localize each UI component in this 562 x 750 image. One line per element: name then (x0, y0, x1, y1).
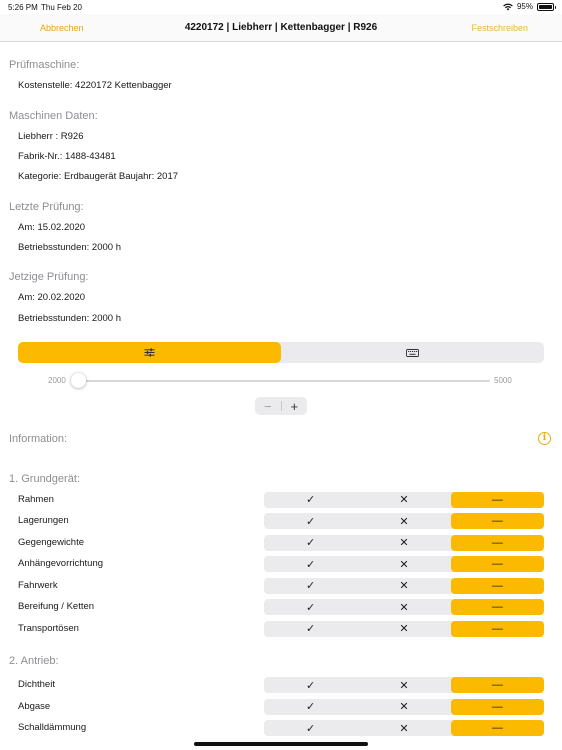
check-option-na[interactable]: — (450, 599, 544, 615)
check-option-na[interactable]: — (450, 534, 544, 551)
check-option-na[interactable]: — (450, 556, 544, 572)
checklist-item-label: Abgase (18, 700, 51, 712)
check-option-ok[interactable]: ✓ (264, 492, 357, 508)
stepper-decrement-button[interactable]: − (255, 397, 281, 415)
section-title-letzte-pruefung: Letzte Prüfung: (9, 201, 84, 213)
checklist-row: Gegengewichte ✓ ✕ — (0, 534, 562, 551)
check-result-segmented-control: ✓ ✕ — (264, 620, 544, 637)
info-row-letzte-datum: Am: 15.02.2020 (18, 222, 86, 233)
slider-max-label: 5000 (494, 376, 512, 385)
check-option-fail[interactable]: ✕ (357, 535, 450, 551)
commit-button[interactable]: Festschreiben (471, 23, 528, 33)
checklist-row: Lagerungen ✓ ✕ — (0, 513, 562, 529)
check-option-fail[interactable]: ✕ (357, 621, 450, 637)
check-result-segmented-control: ✓ ✕ — (264, 677, 544, 693)
check-option-na[interactable]: — (450, 677, 544, 693)
check-option-fail[interactable]: ✕ (357, 720, 450, 736)
check-option-ok[interactable]: ✓ (264, 578, 357, 594)
checklist-item-label: Gegengewichte (18, 536, 85, 548)
check-result-segmented-control: ✓ ✕ — (264, 698, 544, 715)
check-option-na[interactable]: — (450, 698, 544, 715)
battery-percent: 95% (516, 2, 533, 11)
check-result-segmented-control: ✓ ✕ — (264, 513, 544, 529)
check-option-na[interactable]: — (450, 513, 544, 529)
check-option-ok[interactable]: ✓ (264, 621, 357, 637)
check-option-fail[interactable]: ✕ (357, 677, 450, 693)
navigation-bar: Abbrechen 4220172 | Liebherr | Kettenbag… (0, 14, 562, 42)
checklist-item-label: Lagerungen (18, 515, 69, 526)
battery-icon (537, 2, 556, 11)
check-option-fail[interactable]: ✕ (357, 556, 450, 572)
check-option-na[interactable]: — (450, 577, 544, 594)
home-indicator (194, 742, 368, 746)
segment-slider-mode[interactable] (18, 342, 281, 363)
hours-stepper: − + (255, 397, 307, 415)
checklist-row: Rahmen ✓ ✕ — (0, 491, 562, 508)
info-row-jetzige-datum: Am: 20.02.2020 (18, 292, 86, 303)
checklist-row: Fahrwerk ✓ ✕ — (0, 577, 562, 594)
hours-slider-thumb[interactable] (70, 373, 86, 388)
keyboard-icon (406, 348, 419, 357)
section-title-pruefmaschine: Prüfmaschine: (9, 59, 80, 71)
check-option-fail[interactable]: ✕ (357, 492, 450, 508)
check-result-segmented-control: ✓ ✕ — (264, 491, 544, 508)
checklist-row: Transportösen ✓ ✕ — (0, 620, 562, 637)
information-label: Information: (9, 433, 68, 445)
check-option-ok[interactable]: ✓ (264, 513, 357, 529)
info-row-letzte-stunden: Betriebsstunden: 2000 h (18, 242, 121, 253)
check-option-na[interactable]: — (450, 720, 544, 736)
check-option-ok[interactable]: ✓ (264, 720, 357, 736)
check-option-fail[interactable]: ✕ (357, 513, 450, 529)
section-title-maschinen-daten: Maschinen Daten: (9, 110, 98, 122)
check-option-fail[interactable]: ✕ (357, 599, 450, 615)
group-title-grundgeraet: 1. Grundgerät: (9, 473, 80, 485)
check-result-segmented-control: ✓ ✕ — (264, 534, 544, 551)
check-option-ok[interactable]: ✓ (264, 556, 357, 572)
checklist-row: Abgase ✓ ✕ — (0, 698, 562, 715)
wifi-icon (503, 3, 513, 10)
info-row-kategorie: Kategorie: Erdbaugerät Baujahr: 2017 (18, 171, 179, 182)
info-icon[interactable]: i (538, 432, 551, 445)
checklist-item-label: Rahmen (18, 493, 54, 505)
input-mode-segmented-control (18, 342, 544, 363)
checklist-row: Bereifung / Ketten ✓ ✕ — (0, 599, 562, 615)
slider-min-label: 2000 (48, 376, 66, 385)
section-title-jetzige-pruefung: Jetzige Prüfung: (9, 271, 89, 283)
check-option-fail[interactable]: ✕ (357, 699, 450, 715)
info-row-jetzige-stunden: Betriebsstunden: 2000 h (18, 313, 121, 324)
checklist-item-label: Fahrwerk (18, 579, 58, 591)
segment-keyboard-mode[interactable] (281, 342, 544, 363)
check-option-fail[interactable]: ✕ (357, 578, 450, 594)
check-result-segmented-control: ✓ ✕ — (264, 577, 544, 594)
info-row-fabrik-nr: Fabrik-Nr.: 1488-43481 (18, 151, 116, 162)
check-option-ok[interactable]: ✓ (264, 677, 357, 693)
status-right: 95% (503, 2, 556, 11)
sliders-icon (144, 348, 155, 357)
status-date: Thu Feb 20 (41, 3, 82, 12)
status-time: 5:26 PM (8, 3, 38, 12)
checklist-item-label: Bereifung / Ketten (18, 601, 95, 612)
status-bar: 5:26 PM Thu Feb 20 95% (0, 0, 562, 14)
checklist-row: Schalldämmung ✓ ✕ — (0, 720, 562, 736)
check-option-ok[interactable]: ✓ (264, 599, 357, 615)
check-option-ok[interactable]: ✓ (264, 699, 357, 715)
checklist-item-label: Dichtheit (18, 679, 55, 690)
checklist-row: Anhängevorrichtung ✓ ✕ — (0, 556, 562, 572)
checklist-row: Dichtheit ✓ ✕ — (0, 677, 562, 693)
check-option-na[interactable]: — (450, 620, 544, 637)
hours-slider-track[interactable] (78, 380, 490, 382)
checklist-item-label: Anhängevorrichtung (18, 558, 104, 569)
stepper-increment-button[interactable]: + (282, 397, 308, 415)
check-result-segmented-control: ✓ ✕ — (264, 720, 544, 736)
check-result-segmented-control: ✓ ✕ — (264, 599, 544, 615)
checklist-item-label: Transportösen (18, 622, 79, 634)
check-option-na[interactable]: — (450, 491, 544, 508)
check-result-segmented-control: ✓ ✕ — (264, 556, 544, 572)
group-title-antrieb: 2. Antrieb: (9, 655, 59, 667)
info-row-hersteller: Liebherr : R926 (18, 131, 84, 142)
checklist-item-label: Schalldämmung (18, 722, 87, 733)
check-option-ok[interactable]: ✓ (264, 535, 357, 551)
info-row-kostenstelle: Kostenstelle: 4220172 Kettenbagger (18, 80, 172, 91)
